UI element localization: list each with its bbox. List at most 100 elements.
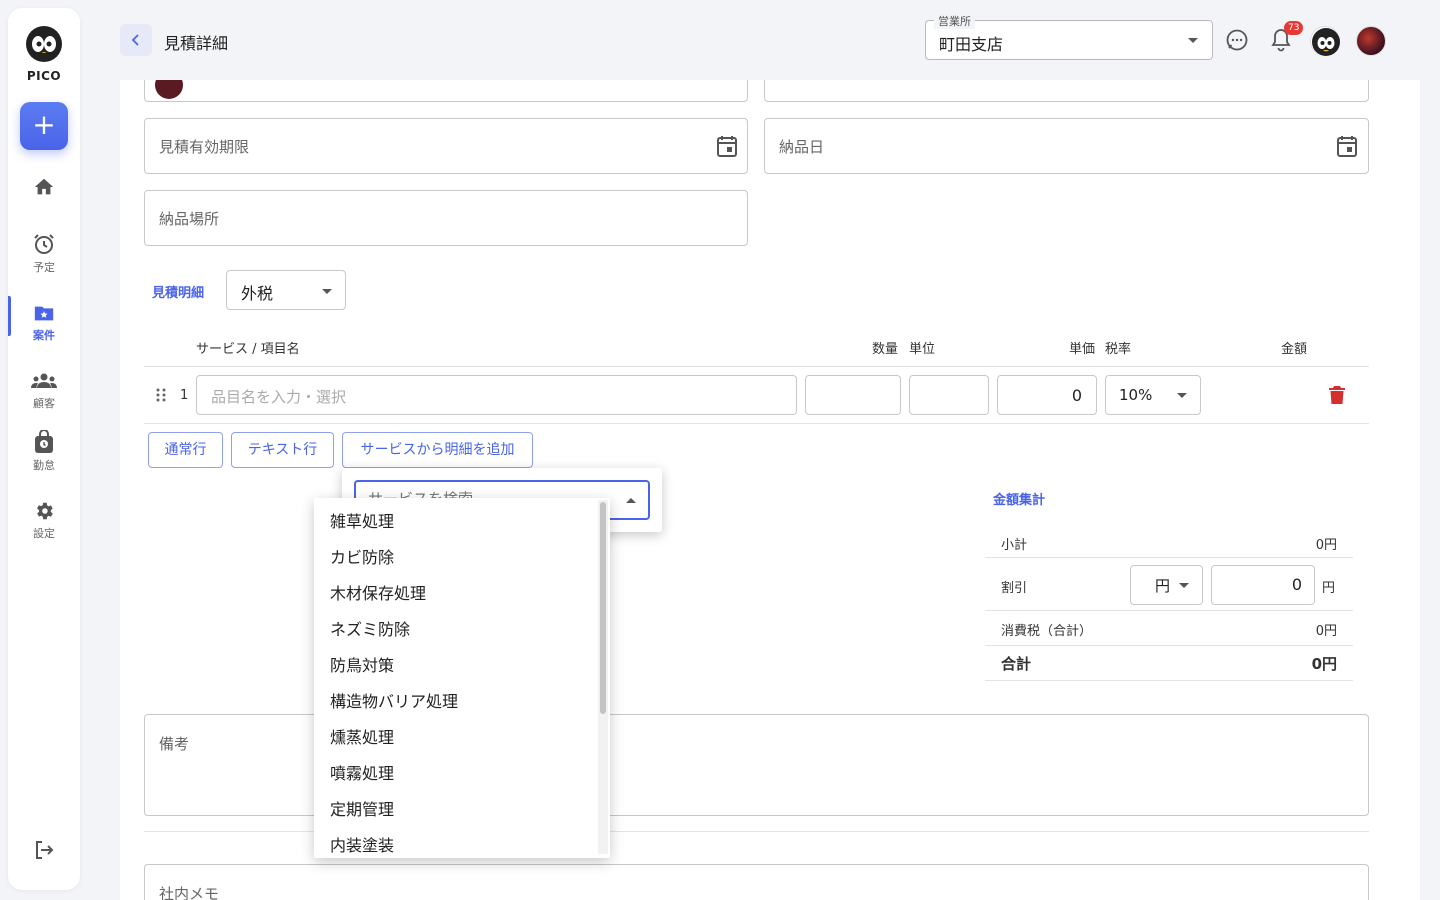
service-option[interactable]: 噴霧処理: [314, 756, 610, 792]
expiry-date-field[interactable]: 見積有効期限: [144, 118, 748, 174]
calendar-icon[interactable]: [717, 135, 737, 157]
subtotal-label: 小計: [1001, 538, 1028, 553]
col-service: サービス / 項目名: [196, 342, 300, 357]
divider: [985, 680, 1353, 681]
sidebar: PICO + 予定 案件 顧客 勤怠 設定: [8, 8, 80, 890]
service-option[interactable]: 定期管理: [314, 792, 610, 828]
gear-icon: [37, 502, 53, 520]
internal-memo-label: 社内メモ: [159, 885, 220, 900]
discount-unit-value: 円: [1155, 577, 1171, 595]
tax-rate-select[interactable]: 10%: [1105, 375, 1201, 415]
discount-suffix: 円: [1322, 581, 1336, 596]
delivery-place-label: 納品場所: [159, 210, 220, 228]
add-text-row-button[interactable]: テキスト行: [231, 432, 334, 468]
totals-title: 金額集計: [993, 493, 1046, 508]
delivery-place-field[interactable]: 納品場所: [144, 190, 748, 246]
service-option[interactable]: 燻蒸処理: [314, 720, 610, 756]
group-icon: [31, 373, 57, 388]
logout-button[interactable]: [32, 838, 56, 866]
chevron-down-icon: [1179, 583, 1189, 588]
divider: [985, 557, 1353, 558]
price-input[interactable]: 0: [997, 375, 1097, 415]
delivery-date-field[interactable]: 納品日: [764, 118, 1369, 174]
home-icon: [34, 178, 54, 195]
service-option[interactable]: 構造物バリア処理: [314, 684, 610, 720]
service-option[interactable]: 内装塗装: [314, 828, 610, 858]
service-option[interactable]: 木材保存処理: [314, 576, 610, 612]
internal-memo-field[interactable]: 社内メモ: [144, 864, 1369, 900]
chat-bubble-icon[interactable]: [1225, 28, 1249, 52]
notification-badge: 73: [1284, 21, 1304, 35]
qty-input[interactable]: [805, 375, 901, 415]
nav-label-customers: 顧客: [33, 397, 55, 410]
tax-rate-value: 10%: [1119, 386, 1153, 404]
add-normal-row-button[interactable]: 通常行: [148, 432, 223, 468]
nav-schedule[interactable]: 予定: [8, 232, 80, 275]
discount-value: 0: [1291, 575, 1302, 594]
branch-select-value: 町田支店: [939, 35, 1004, 54]
service-option[interactable]: カビ防除: [314, 540, 610, 576]
col-price: 単価: [1069, 342, 1096, 357]
nav-attendance[interactable]: 勤怠: [8, 430, 80, 473]
discount-label: 割引: [1001, 581, 1028, 596]
logo-text: PICO: [26, 69, 62, 83]
service-option[interactable]: ネズミ防除: [314, 612, 610, 648]
chevron-up-icon[interactable]: [626, 498, 636, 503]
col-unit: 単位: [909, 342, 936, 357]
create-new-button[interactable]: +: [20, 102, 68, 150]
details-section-title: 見積明細: [152, 286, 205, 301]
add-from-service-button[interactable]: サービスから明細を追加: [342, 432, 533, 468]
nav-projects[interactable]: 案件: [8, 302, 80, 343]
branch-select-label: 営業所: [934, 13, 975, 29]
nav-label-schedule: 予定: [33, 261, 55, 274]
service-options-list: 雑草処理 カビ防除 木材保存処理 ネズミ防除 防鳥対策 構造物バリア処理 燻蒸処理 噴霧処理定…: [314, 498, 610, 858]
tax-label: 消費税（合計）: [1001, 624, 1093, 639]
subtotal-value: 0円: [1315, 538, 1337, 553]
chevron-down-icon: [322, 289, 332, 294]
price-value: 0: [1071, 386, 1082, 405]
nav-label-projects: 案件: [33, 329, 55, 342]
delete-icon[interactable]: [1329, 386, 1345, 404]
chevron-down-icon: [1188, 38, 1198, 43]
divider: [985, 610, 1353, 611]
calendar-icon[interactable]: [1337, 135, 1357, 157]
total-label: 合計: [1001, 655, 1032, 673]
remarks-label: 備考: [159, 735, 190, 753]
divider: [144, 366, 1369, 367]
top-header: 見積詳細 営業所 町田支店: [88, 0, 1440, 80]
nav-home[interactable]: [8, 176, 80, 198]
col-qty: 数量: [872, 342, 899, 357]
expiry-date-label: 見積有効期限: [159, 138, 250, 156]
logout-icon: [36, 841, 54, 859]
nav-settings[interactable]: 設定: [8, 500, 80, 541]
attendance-icon: [35, 430, 53, 453]
unit-input[interactable]: [909, 375, 989, 415]
tax-mode-select[interactable]: 外税: [226, 270, 346, 310]
user-avatar[interactable]: [1356, 26, 1386, 56]
service-option[interactable]: 雑草処理: [314, 504, 610, 540]
chevron-left-icon: [131, 34, 139, 46]
nav-customers[interactable]: 顧客: [8, 370, 80, 411]
item-name-input[interactable]: 品目名を入力・選択: [196, 375, 797, 415]
col-tax-rate: 税率: [1105, 342, 1132, 357]
drag-handle-icon[interactable]: [156, 387, 166, 403]
col-amount: 金額: [1281, 342, 1308, 357]
divider: [144, 423, 1369, 424]
delivery-date-label: 納品日: [779, 138, 825, 156]
total-value: 0円: [1311, 655, 1337, 673]
service-option[interactable]: 防鳥対策: [314, 648, 610, 684]
divider: [985, 645, 1353, 646]
pico-logo: [24, 24, 64, 64]
branch-select[interactable]: 営業所 町田支店: [925, 13, 1213, 60]
scrollbar[interactable]: [598, 500, 608, 854]
scrollbar-thumb[interactable]: [600, 502, 606, 714]
back-button[interactable]: [120, 24, 152, 56]
tax-value: 0円: [1315, 624, 1337, 639]
discount-unit-select[interactable]: 円: [1130, 565, 1203, 605]
item-name-placeholder: 品目名を入力・選択: [211, 388, 347, 406]
nav-label-settings: 設定: [33, 527, 55, 540]
tax-mode-value: 外税: [241, 284, 274, 303]
mascot-avatar[interactable]: [1310, 26, 1340, 56]
discount-input[interactable]: 0: [1211, 565, 1315, 605]
nav-label-attendance: 勤怠: [33, 459, 55, 472]
